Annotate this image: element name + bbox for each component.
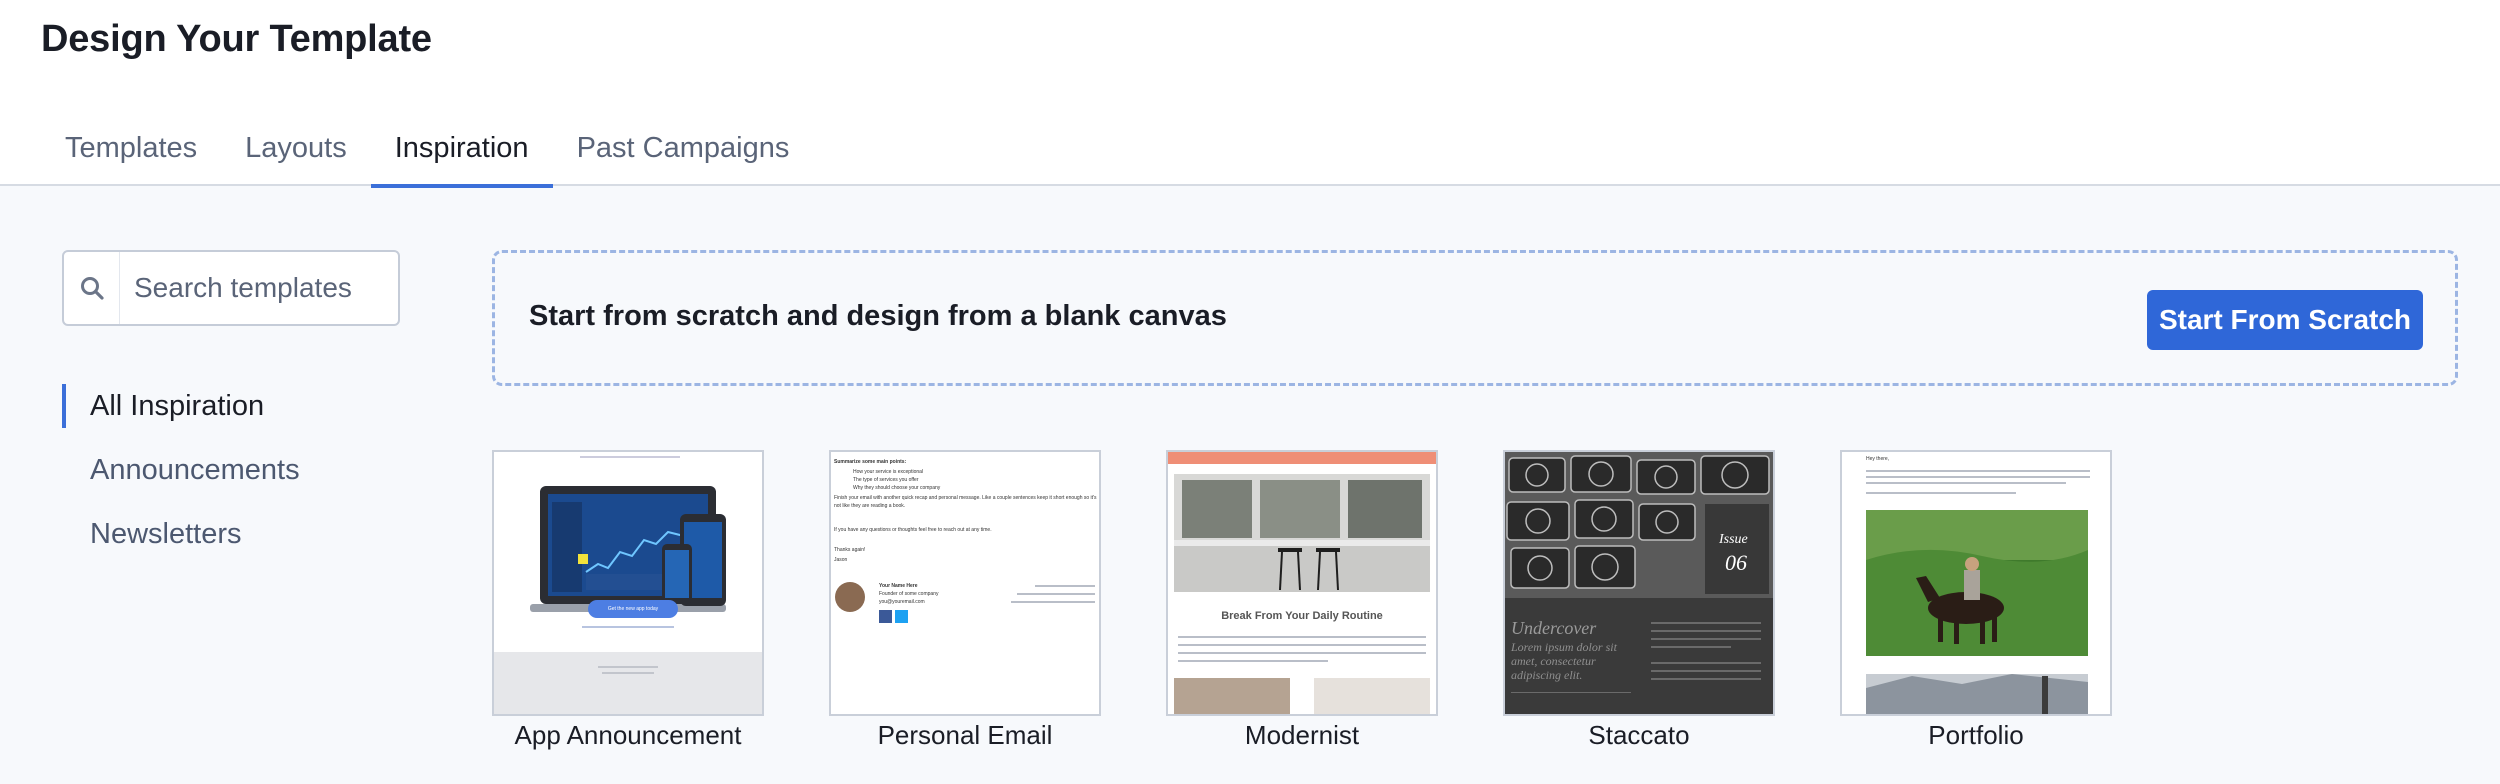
template-thumbnail[interactable]: Issue 06 Undercover Lorem ipsum dolor si… (1503, 450, 1775, 716)
device-mockup-illustration (494, 486, 762, 714)
email-bullet: The type of services you offer (853, 477, 919, 483)
sidebar-item-all-inspiration[interactable]: All Inspiration (62, 384, 300, 448)
modernist-heading: Break From Your Daily Routine (1221, 610, 1383, 622)
twitter-icon (895, 610, 908, 623)
avatar (835, 582, 865, 612)
start-from-scratch-button[interactable]: Start From Scratch (2147, 290, 2423, 350)
template-card-label: Modernist (1244, 720, 1360, 750)
email-signoff: Jason (834, 557, 848, 563)
tab-inspiration[interactable]: Inspiration (370, 124, 553, 188)
tab-layouts[interactable]: Layouts (221, 124, 371, 186)
template-thumbnail[interactable]: Summarize some main points: How your ser… (829, 450, 1101, 716)
email-paragraph: Finish your email with another quick rec… (834, 495, 1097, 509)
sidebar-item-announcements[interactable]: Announcements (62, 448, 300, 512)
signature-email: you@youremail.com (879, 599, 925, 605)
template-card-staccato[interactable]: Issue 06 Undercover Lorem ipsum dolor si… (1503, 450, 1775, 751)
issue-word: Issue (1719, 532, 1748, 547)
issue-number: 06 (1725, 550, 1747, 575)
tab-templates[interactable]: Templates (41, 124, 221, 186)
search-icon (64, 252, 120, 324)
signature-name: Your Name Here (879, 583, 918, 589)
template-card-app-announcement[interactable]: INTC Get the new app today App Announcem… (492, 450, 764, 751)
interior-photo (1174, 474, 1430, 714)
scratch-description: Start from scratch and design from a bla… (529, 300, 1227, 332)
app-brand-label: INTC (546, 465, 563, 472)
staccato-headline: Undercover (1511, 618, 1597, 638)
template-thumbnail[interactable]: INTC Get the new app today (492, 450, 764, 716)
page-title: Design Your Template (41, 18, 432, 60)
template-card-label: App Announcement (514, 720, 742, 750)
email-paragraph: If you have any questions or thoughts fe… (834, 527, 992, 533)
email-closing: Thanks again! (834, 547, 866, 553)
template-thumbnail[interactable]: Break From Your Daily Routine (1166, 450, 1438, 716)
app-cta-button: Get the new app today (588, 600, 678, 618)
template-card-label: Personal Email (877, 720, 1053, 750)
start-from-scratch-panel: Start from scratch and design from a bla… (492, 250, 2458, 386)
page-header: Design Your Template Templates Layouts I… (0, 0, 2500, 188)
category-nav: All Inspiration Announcements Newsletter… (62, 384, 300, 576)
template-card-label: Staccato (1588, 720, 1690, 750)
search-box (62, 250, 400, 326)
template-card-portfolio[interactable]: Hey there, Portfolio (1840, 450, 2112, 751)
horse-rider-photo (1866, 510, 2088, 714)
staccato-subhead: Lorem ipsum dolor sit amet, consectetur … (1511, 640, 1617, 682)
email-bullet: How your service is exceptional (853, 469, 924, 475)
template-card-modernist[interactable]: Break From Your Daily Routine Modernist (1166, 450, 1438, 751)
template-card-personal-email[interactable]: Summarize some main points: How your ser… (829, 450, 1101, 751)
cameras-photo (1505, 452, 1773, 598)
sidebar-item-newsletters[interactable]: Newsletters (62, 512, 300, 576)
tab-past-campaigns[interactable]: Past Campaigns (553, 124, 814, 186)
template-tabs: Templates Layouts Inspiration Past Campa… (41, 124, 814, 188)
template-gallery: INTC Get the new app today App Announcem… (492, 450, 2177, 751)
email-bullet: Why they should choose your company (853, 485, 941, 491)
template-thumbnail[interactable]: Hey there, (1840, 450, 2112, 716)
facebook-icon (879, 610, 892, 623)
search-input[interactable] (120, 272, 390, 304)
email-heading: Summarize some main points: (834, 459, 907, 465)
signature-role: Founder of some company (879, 591, 939, 597)
template-card-label: Portfolio (1928, 720, 2024, 750)
